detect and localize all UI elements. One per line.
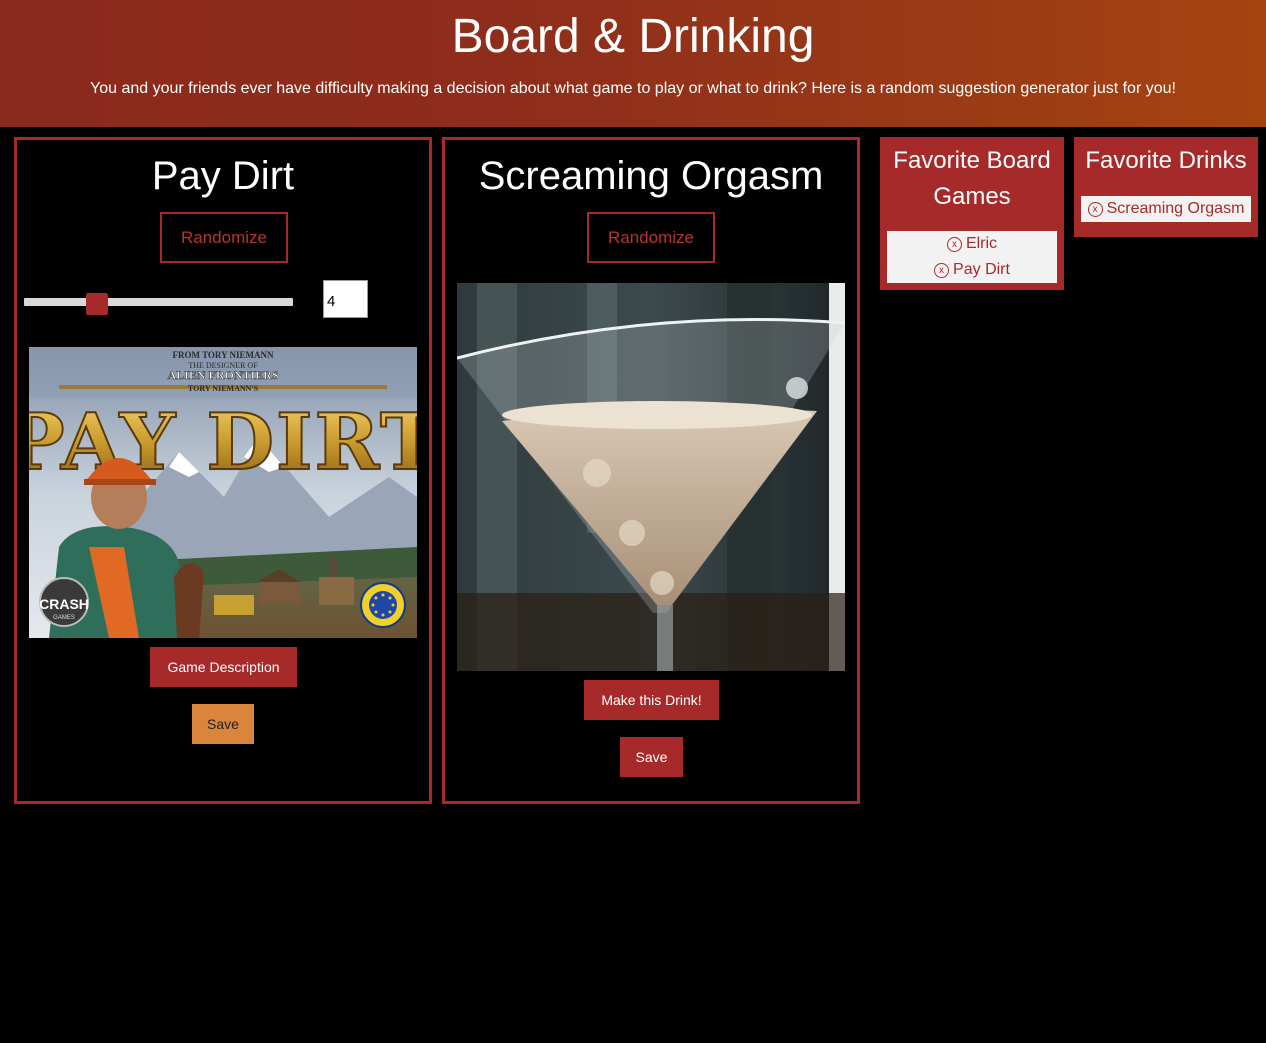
remove-favorite-icon[interactable]: x [934, 263, 950, 278]
favorite-drink-label: Screaming Orgasm [1106, 200, 1245, 217]
randomize-drink-button[interactable]: Randomize [587, 212, 715, 263]
favorite-game-item: x Pay Dirt [887, 257, 1057, 283]
drink-title: Screaming Orgasm [478, 154, 824, 198]
save-game-button[interactable]: Save [192, 704, 254, 744]
favorite-games-title: Favorite Board Games [880, 143, 1064, 215]
page-title: Board & Drinking [451, 10, 815, 63]
board-game-panel: Pay Dirt Randomize 4 FROM TORY NIEMANN T… [14, 137, 432, 804]
box-title-text: PAY DIRT [29, 397, 417, 488]
box-publisher-text: CRASH [39, 596, 89, 612]
box-prior-game-text: ALIEN FRONTIERS [167, 368, 278, 382]
favorite-drink-item: x Screaming Orgasm [1081, 196, 1251, 222]
box-from-text: FROM TORY NIEMANN [172, 350, 274, 360]
favorite-drinks-box: Favorite Drinks x Screaming Orgasm [1074, 137, 1258, 237]
page-header: Board & Drinking You and your friends ev… [0, 0, 1266, 127]
favorite-drinks-list: x Screaming Orgasm [1081, 196, 1251, 222]
favorite-games-title-line1: Favorite Board [893, 147, 1051, 174]
randomize-game-button[interactable]: Randomize [160, 212, 288, 263]
player-count-input[interactable] [323, 280, 368, 318]
page-subtitle: You and your friends ever have difficult… [90, 80, 1176, 97]
drink-panel: Screaming Orgasm Randomize Make this Dri… [442, 137, 860, 804]
remove-favorite-icon[interactable]: x [946, 237, 962, 252]
favorite-game-label: Pay Dirt [953, 261, 1010, 278]
save-drink-button[interactable]: Save [620, 737, 683, 777]
favorite-game-item: x Elric [887, 231, 1057, 257]
remove-favorite-icon[interactable]: x [1087, 202, 1103, 217]
slider-thumb[interactable] [86, 293, 108, 315]
favorite-game-label: Elric [965, 235, 998, 252]
box-publisher-sub-text: GAMES [53, 615, 75, 621]
favorite-games-list: x Elric x Pay Dirt [887, 231, 1057, 283]
game-box-image: FROM TORY NIEMANN THE DESIGNER OF ALIEN … [29, 347, 417, 638]
player-count-slider[interactable] [24, 298, 293, 306]
favorite-games-title-line2: Games [933, 183, 1011, 210]
favorite-drinks-title: Favorite Drinks [1085, 147, 1247, 174]
game-description-button[interactable]: Game Description [150, 647, 297, 687]
drink-image [457, 283, 845, 671]
make-drink-button[interactable]: Make this Drink! [584, 680, 719, 720]
game-title: Pay Dirt [151, 154, 295, 198]
favorite-games-box: Favorite Board Games x Elric x Pay Dirt [880, 137, 1064, 290]
box-author-text: TORY NIEMANN'S [188, 384, 259, 393]
